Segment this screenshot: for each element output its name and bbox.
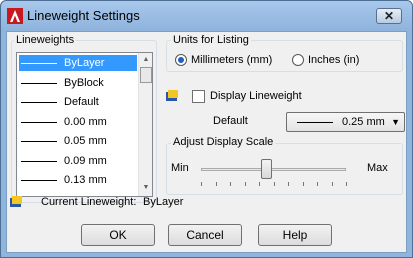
lineweight-swatch <box>21 102 57 103</box>
inches-label[interactable]: Inches (in) <box>308 54 359 66</box>
help-button[interactable]: Help <box>258 224 332 246</box>
lineweights-group-label: Lineweights <box>14 34 77 46</box>
inches-radio[interactable] <box>292 54 304 66</box>
lineweight-swatch <box>297 122 333 123</box>
lineweight-item-label: 0.00 mm <box>64 115 107 128</box>
lineweight-list-item[interactable]: Default <box>19 94 137 110</box>
scroll-up-arrow-icon[interactable]: ▲ <box>140 54 152 66</box>
slider-tick <box>331 182 333 186</box>
scale-min-label: Min <box>171 162 189 174</box>
lineweight-item-label: 0.05 mm <box>64 135 107 147</box>
lineweight-list-item[interactable]: 0.09 mm <box>19 153 137 169</box>
slider-tick <box>230 182 231 186</box>
layer-pane-icon <box>166 90 178 101</box>
lineweight-swatch <box>21 180 57 181</box>
lineweight-item-label: 0.13 mm <box>64 174 107 186</box>
cancel-button[interactable]: Cancel <box>168 224 242 246</box>
lineweight-list-item[interactable]: 0.00 mm <box>19 114 137 130</box>
close-button[interactable]: ✕ <box>376 8 402 24</box>
chevron-down-icon: ▼ <box>391 117 400 127</box>
lineweight-swatch <box>21 82 57 84</box>
default-lineweight-dropdown[interactable]: 0.25 mm ▼ <box>286 112 405 132</box>
default-label: Default <box>213 115 248 127</box>
millimeters-radio[interactable] <box>175 54 187 66</box>
slider-tick <box>302 182 304 186</box>
autocad-logo-icon <box>7 8 23 24</box>
lineweight-swatch <box>21 141 57 142</box>
lineweights-list[interactable]: ▲ ▼ ByLayer ByBlock Default 0.00 mm 0.05 mm 0… <box>16 52 153 197</box>
lineweight-swatch <box>21 63 57 64</box>
title-bar[interactable]: Lineweight Settings ✕ <box>1 1 412 31</box>
current-lineweight-value: ByLayer <box>143 196 184 208</box>
lineweight-item-label: ByLayer <box>64 57 105 69</box>
close-icon: ✕ <box>383 9 395 23</box>
lineweight-list-item[interactable]: ByLayer <box>19 55 137 71</box>
display-lineweight-label[interactable]: Display Lineweight <box>210 90 302 102</box>
scroll-thumb[interactable] <box>140 67 152 83</box>
slider-tick <box>317 182 318 186</box>
scale-max-label: Max <box>367 162 388 174</box>
default-lineweight-value: 0.25 mm <box>342 116 385 128</box>
lineweight-item-label: 0.09 mm <box>64 154 107 167</box>
slider-tick <box>244 182 246 186</box>
scroll-down-arrow-icon[interactable]: ▼ <box>140 182 152 194</box>
units-group-label: Units for Listing <box>171 34 251 46</box>
lineweight-swatch <box>21 121 57 123</box>
lineweight-settings-window: Lineweight Settings ✕ Lineweights ▲ ▼ By… <box>0 0 413 258</box>
slider-tick <box>273 182 275 186</box>
lineweight-list-item[interactable]: 0.13 mm <box>19 172 137 188</box>
slider-tick <box>346 182 347 186</box>
slider-tick <box>288 182 289 186</box>
current-lineweight-label: Current Lineweight: <box>41 196 137 208</box>
display-scale-group-label: Adjust Display Scale <box>171 136 276 148</box>
display-scale-track[interactable] <box>201 168 346 171</box>
slider-tick <box>259 182 260 186</box>
dialog-body: Lineweights ▲ ▼ ByLayer ByBlock Default 0.0… <box>6 31 407 253</box>
lineweight-list-item[interactable]: ByBlock <box>19 75 137 91</box>
list-scrollbar[interactable]: ▲ ▼ <box>138 53 152 196</box>
display-scale-slider-thumb[interactable] <box>261 159 273 179</box>
slider-tick <box>215 182 217 186</box>
slider-tick <box>201 182 202 186</box>
lineweight-list-item[interactable]: 0.05 mm <box>19 133 137 149</box>
millimeters-label[interactable]: Millimeters (mm) <box>191 54 272 66</box>
window-title: Lineweight Settings <box>27 8 140 23</box>
display-lineweight-checkbox[interactable] <box>192 90 205 103</box>
lineweight-swatch <box>21 160 57 162</box>
ok-button[interactable]: OK <box>81 224 155 246</box>
lineweight-item-label: ByBlock <box>64 76 104 89</box>
lineweight-item-label: Default <box>64 96 99 108</box>
layer-pane-icon <box>10 196 22 207</box>
